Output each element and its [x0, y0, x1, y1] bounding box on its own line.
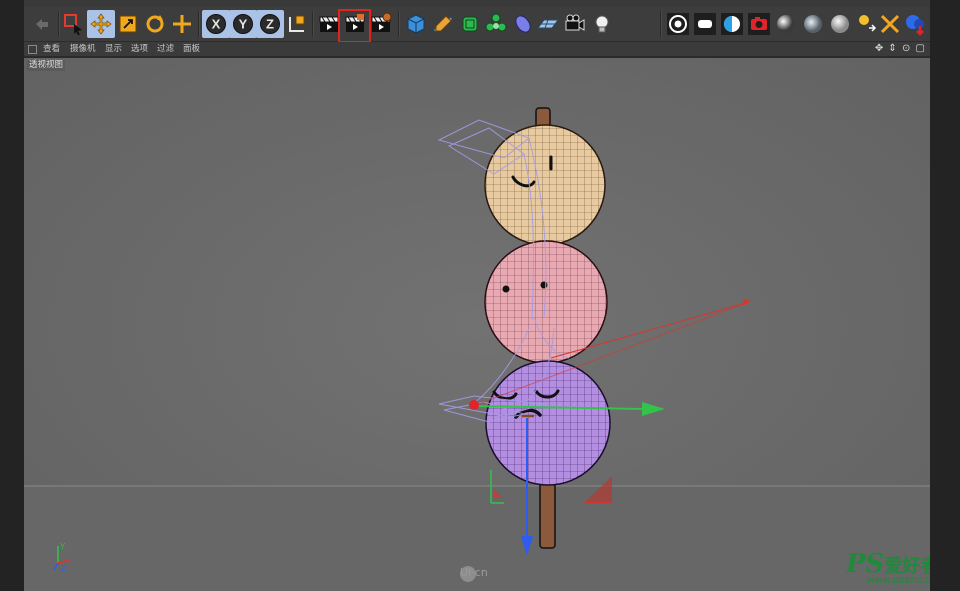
svg-text:Y: Y — [60, 542, 66, 551]
y-axis-icon[interactable]: Y — [229, 10, 257, 38]
panel-grip-icon[interactable] — [28, 45, 37, 54]
octane-sphere-1-icon[interactable] — [772, 10, 800, 38]
deformer-icon[interactable] — [509, 10, 537, 38]
octane-render-icon[interactable] — [901, 10, 929, 38]
viewport-menubar: 查看 摄像机 显示 选项 过滤 面板 ✥ ⇕ ⊙ ▢ — [24, 42, 930, 57]
svg-text:Z: Z — [61, 564, 66, 573]
top-ball — [484, 124, 606, 246]
viewport-scene: Y Z — [24, 58, 930, 591]
subdivision-icon[interactable] — [456, 10, 484, 38]
menu-display[interactable]: 显示 — [105, 43, 122, 55]
left-margin — [0, 0, 24, 591]
octane-target-icon[interactable] — [664, 10, 692, 38]
svg-text:X: X — [212, 17, 221, 32]
z-axis-icon[interactable]: Z — [256, 10, 284, 38]
camera-icon[interactable] — [561, 10, 589, 38]
viewport-label[interactable]: 透视视图 — [27, 60, 66, 71]
scale-icon[interactable] — [114, 10, 142, 38]
watermark-url: www.psahz.com — [866, 575, 930, 586]
octane-sphere-2-icon[interactable] — [799, 10, 827, 38]
svg-text:Z: Z — [266, 17, 274, 32]
toolbar-separator — [660, 11, 662, 37]
menu-view[interactable]: 查看 — [43, 43, 60, 55]
coordinate-system-icon[interactable] — [283, 10, 311, 38]
menu-filter[interactable]: 过滤 — [157, 43, 174, 55]
menu-cameras[interactable]: 摄像机 — [70, 43, 96, 55]
cube-icon[interactable] — [402, 10, 430, 38]
stick-bottom — [539, 477, 556, 549]
menu-options[interactable]: 选项 — [131, 43, 148, 55]
rotate-icon[interactable] — [141, 10, 169, 38]
octane-contrast-icon[interactable] — [718, 10, 746, 38]
cloner-icon[interactable] — [482, 10, 510, 38]
toolbar-separator — [312, 11, 314, 37]
uicn-watermark: UI·cn — [460, 566, 488, 579]
watermark-cn-text: 爱好者 — [884, 556, 930, 577]
octane-sphere-3-icon[interactable] — [826, 10, 854, 38]
bottom-ball — [485, 360, 611, 486]
right-margin — [930, 0, 960, 591]
transform-icon[interactable] — [168, 10, 196, 38]
render-picture-viewer-highlight — [338, 9, 371, 43]
svg-text:Y: Y — [239, 17, 248, 32]
main-menubar: 编辑创建选择工具网格捕捉动画模拟渲染雕刻运动跟踪运动图形角色流水线插件X-Par… — [24, 0, 930, 7]
octane-arrows-icon[interactable] — [876, 10, 904, 38]
main-toolbar: X Y Z — [24, 7, 930, 43]
viewport-nav-icons[interactable]: ✥ ⇕ ⊙ ▢ — [875, 43, 926, 55]
octane-camera-icon[interactable] — [745, 10, 773, 38]
toolbar-separator — [398, 11, 400, 37]
perspective-viewport[interactable]: Y Z 透视视图 UI·cn PS爱好者 www.psahz.com — [24, 58, 930, 591]
psahz-watermark: PS爱好者 www.psahz.com — [846, 549, 930, 586]
render-settings-icon[interactable] — [367, 10, 395, 38]
undo-icon[interactable] — [28, 10, 56, 38]
light-icon[interactable] — [588, 10, 616, 38]
x-axis-icon[interactable]: X — [202, 10, 230, 38]
live-selection-icon[interactable] — [60, 10, 88, 38]
floor-icon[interactable] — [534, 10, 562, 38]
octane-area-light-icon[interactable] — [691, 10, 719, 38]
pen-icon[interactable] — [429, 10, 457, 38]
move-icon[interactable] — [87, 10, 115, 38]
menu-panel[interactable]: 面板 — [183, 43, 200, 55]
toolbar-separator — [198, 11, 200, 37]
